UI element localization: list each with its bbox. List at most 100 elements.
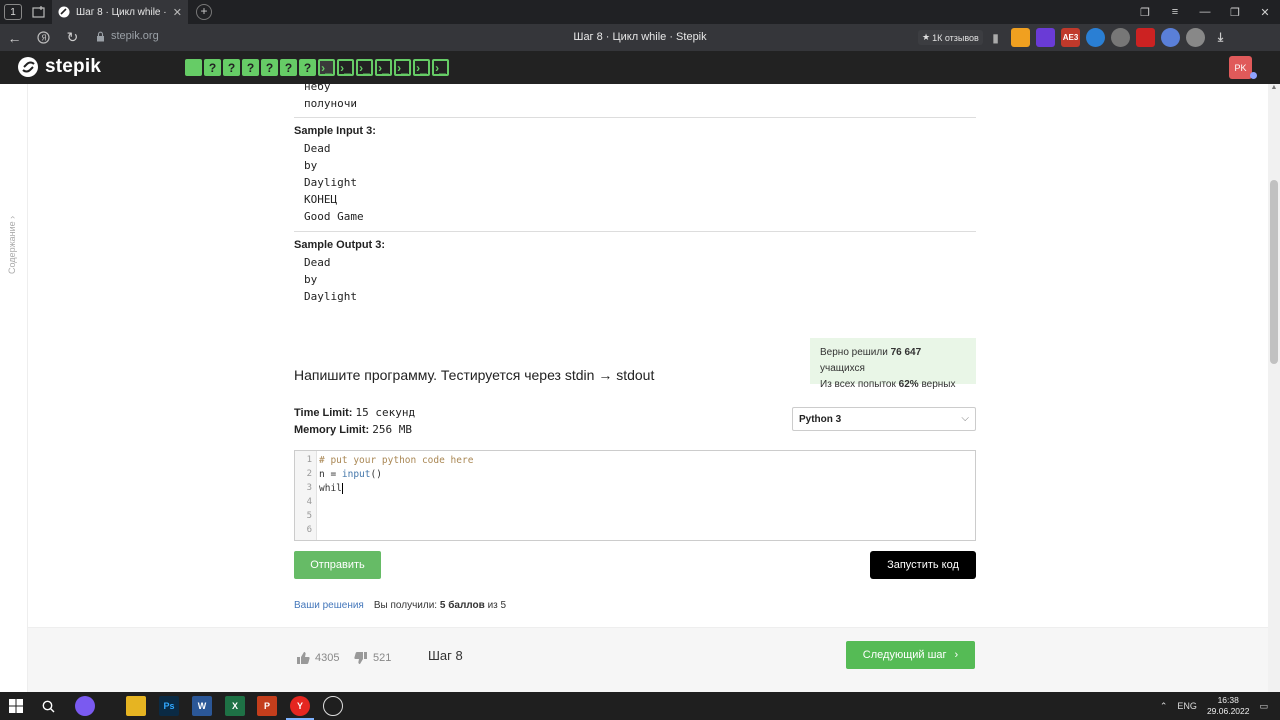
submit-button[interactable]: Отправить xyxy=(294,551,381,579)
sample-input-3-label: Sample Input 3: xyxy=(294,125,376,137)
sample-text-line: Good Game xyxy=(304,210,364,223)
step-5[interactable]: ? xyxy=(261,59,278,76)
back-icon[interactable]: ← xyxy=(0,24,29,51)
step-4[interactable]: ? xyxy=(242,59,259,76)
sample-text-line: by xyxy=(304,159,318,172)
extension-youtube-icon[interactable] xyxy=(1136,28,1155,47)
solved-count: 76 647 xyxy=(890,347,922,358)
url-field[interactable]: stepik.org xyxy=(96,30,159,42)
bookmark-icon[interactable]: ▮ xyxy=(986,28,1005,47)
step-11-code-icon[interactable]: ›_ xyxy=(375,59,392,76)
line-number: 4 xyxy=(306,497,312,507)
window-controls: ❐ ≡ — ❐ ✕ xyxy=(1130,0,1280,24)
stepik-logo[interactable]: stepik xyxy=(17,56,101,78)
minimize-icon[interactable]: — xyxy=(1190,0,1220,24)
notifications-icon[interactable]: ▭ xyxy=(1259,701,1268,712)
step-footer xyxy=(28,627,1268,692)
step-9-code-icon[interactable]: ›_ xyxy=(337,59,354,76)
star-icon: ★ xyxy=(922,32,931,42)
keyboard-language[interactable]: ENG xyxy=(1177,701,1197,711)
step-7[interactable]: ? xyxy=(299,59,316,76)
solutions-row: Ваши решения Вы получили: 5 баллов из 5 xyxy=(294,600,506,611)
step-10-code-icon[interactable]: ›_ xyxy=(356,59,373,76)
windows-start-icon[interactable] xyxy=(6,696,26,716)
reload-icon[interactable]: ↻ xyxy=(58,24,87,51)
step-3[interactable]: ? xyxy=(223,59,240,76)
extension-globe-icon[interactable] xyxy=(1111,28,1130,47)
extension-ae3-icon[interactable]: AE3 xyxy=(1061,28,1080,47)
extension-blue-icon[interactable] xyxy=(1086,28,1105,47)
search-icon[interactable] xyxy=(38,696,58,716)
sample-text-line: Dead xyxy=(304,256,331,269)
scroll-thumb[interactable] xyxy=(1270,180,1278,364)
step-6[interactable]: ? xyxy=(280,59,297,76)
like-button[interactable]: 4305 xyxy=(296,651,339,665)
new-tab-button[interactable]: + xyxy=(196,4,212,20)
tab-close-icon[interactable]: ✕ xyxy=(173,6,182,19)
lesson-page: Содержание › ▲ небу полуночи Sample Inpu… xyxy=(0,84,1280,692)
step-12-code-icon[interactable]: ›_ xyxy=(394,59,411,76)
memory-limit-label: Memory Limit: xyxy=(294,424,370,436)
menu-icon[interactable]: ≡ xyxy=(1160,0,1190,24)
excel-icon[interactable]: X xyxy=(225,696,245,716)
score-value: 5 баллов xyxy=(439,600,485,611)
language-value: Python 3 xyxy=(799,414,842,425)
yandex-account-icon[interactable]: Я xyxy=(29,24,58,51)
clock[interactable]: 16:38 29.06.2022 xyxy=(1207,695,1250,717)
extension-orange-icon[interactable] xyxy=(1011,28,1030,47)
next-step-button[interactable]: Следующий шаг › xyxy=(846,641,975,669)
reviews-badge[interactable]: ★ 1К отзывов xyxy=(918,30,983,45)
stats-text: Верно решили xyxy=(820,347,888,358)
language-select[interactable]: Python 3 ⌵ xyxy=(792,407,976,431)
step-13-code-icon[interactable]: ›_ xyxy=(413,59,430,76)
code-line-1: # put your python code here xyxy=(319,455,474,466)
stepik-logo-icon xyxy=(18,57,38,77)
alice-assistant-icon[interactable] xyxy=(75,696,95,716)
screen-recorder-icon[interactable] xyxy=(323,696,343,716)
close-window-icon[interactable]: ✕ xyxy=(1250,0,1280,24)
step-1[interactable] xyxy=(185,59,202,76)
code-editor[interactable]: 1 2 3 4 5 6 # put your python code here … xyxy=(294,450,976,541)
svg-text:Я: Я xyxy=(41,34,47,43)
browser-tab-active[interactable]: Шаг 8 · Цикл while · Stepik ✕ xyxy=(52,0,188,24)
extension-purple-icon[interactable] xyxy=(1036,28,1055,47)
notification-dot xyxy=(1250,72,1257,79)
code-token: whil xyxy=(319,483,342,494)
download-icon[interactable]: ⤓ xyxy=(1211,28,1230,47)
run-code-button[interactable]: Запустить код xyxy=(870,551,976,579)
line-number: 2 xyxy=(306,469,312,479)
extension-gray-icon[interactable] xyxy=(1186,28,1205,47)
file-explorer-icon[interactable] xyxy=(126,696,146,716)
toc-rail[interactable]: Содержание › xyxy=(0,84,28,692)
bookmarks-window-icon[interactable]: ❐ xyxy=(1130,0,1160,24)
your-solutions-link[interactable]: Ваши решения xyxy=(294,600,364,611)
yandex-browser-icon[interactable]: Y xyxy=(290,696,310,716)
toc-label[interactable]: Содержание › xyxy=(7,216,17,274)
line-number: 1 xyxy=(306,455,312,465)
new-window-icon[interactable] xyxy=(28,3,50,21)
tray-chevron-up-icon[interactable]: ⌃ xyxy=(1160,701,1168,712)
stepik-favicon-icon xyxy=(58,6,70,18)
memory-limit-value: 256 MB xyxy=(372,423,412,436)
step-8-code-icon[interactable]: ›_ xyxy=(318,59,335,76)
step-14-code-icon[interactable]: ›_ xyxy=(432,59,449,76)
tab-counter-value: 1 xyxy=(10,6,16,18)
restore-icon[interactable]: ❐ xyxy=(1220,0,1250,24)
score-prefix: Вы получили: xyxy=(373,600,438,611)
toc-label-text: Содержание xyxy=(7,221,17,274)
step-2[interactable]: ? xyxy=(204,59,221,76)
editor-gutter: 1 2 3 4 5 6 xyxy=(295,451,317,540)
address-bar: ← Я ↻ stepik.org Шаг 8 · Цикл while · St… xyxy=(0,24,1280,51)
stats-line-2: Из всех попыток 62% верных xyxy=(820,377,966,393)
page-scrollbar[interactable]: ▲ xyxy=(1268,84,1280,692)
scroll-up-icon[interactable]: ▲ xyxy=(1268,84,1280,96)
word-icon[interactable]: W xyxy=(192,696,212,716)
tab-counter-button[interactable]: 1 xyxy=(4,4,22,20)
photoshop-icon[interactable]: Ps xyxy=(159,696,179,716)
user-avatar[interactable]: PK xyxy=(1229,56,1252,79)
extension-gear-icon[interactable] xyxy=(1161,28,1180,47)
clock-date: 29.06.2022 xyxy=(1206,706,1250,716)
like-count: 4305 xyxy=(315,652,340,664)
powerpoint-icon[interactable]: P xyxy=(257,696,277,716)
dislike-button[interactable]: 521 xyxy=(354,651,391,665)
